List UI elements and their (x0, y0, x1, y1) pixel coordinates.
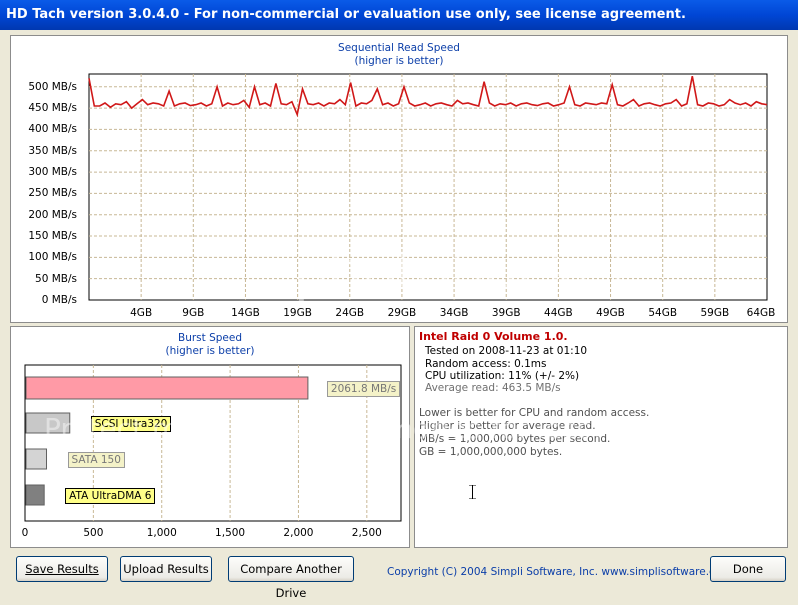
seq-x-tick-label: 4GB (130, 307, 153, 319)
burst-x-tick-label: 1,500 (215, 527, 246, 539)
burst-x-tick-label: 2,000 (283, 527, 314, 539)
seq-y-tick-label: 150 MB/s (28, 230, 77, 243)
burst-category-label: ATA UltraDMA 6 (65, 488, 156, 504)
note-gb-definition: GB = 1,000,000,000 bytes. (419, 446, 563, 458)
seq-y-tick-label: 300 MB/s (28, 166, 77, 179)
seq-y-tick-label: 0 MB/s (41, 294, 77, 306)
seq-x-tick-label: 39GB (491, 307, 521, 319)
sequential-read-chart (88, 73, 768, 301)
seq-y-tick-label: 100 MB/s (28, 251, 77, 264)
seq-y-tick-label: 400 MB/s (28, 123, 77, 136)
note-higher-better: Higher is better for average read. (419, 420, 596, 432)
burst-x-tick-label: 2,500 (351, 527, 382, 539)
save-results-label: Save Results (25, 562, 99, 576)
seq-x-tick-label: 64GB (746, 307, 776, 319)
window-title: HD Tach version 3.0.4.0 - For non-commer… (0, 0, 798, 30)
burst-category-label: SCSI Ultra320 (90, 416, 172, 432)
burst-speed-chart (24, 364, 402, 522)
seq-x-tick-label: 19GB (283, 307, 312, 319)
burst-x-tick-label: 500 (83, 527, 104, 539)
upload-results-label: Upload Results (123, 562, 209, 576)
copyright-text: Copyright (C) 2004 Simpli Software, Inc.… (387, 566, 732, 578)
burst-bar (25, 412, 71, 434)
seq-y-tick-label: 50 MB/s (35, 272, 77, 285)
seq-y-tick-label: 200 MB/s (28, 208, 77, 221)
seq-x-tick-label: 9GB (182, 307, 205, 319)
seq-x-tick-label: 24GB (335, 307, 365, 319)
burst-bar (25, 484, 45, 506)
seq-y-tick-label: 250 MB/s (28, 187, 77, 200)
sequential-read-panel: Sequential Read Speed (higher is better)… (10, 35, 788, 323)
note-lower-better: Lower is better for CPU and random acces… (419, 407, 650, 419)
results-info-panel: Intel Raid 0 Volume 1.0. Tested on 2008-… (414, 326, 788, 548)
compare-another-drive-label: Compare Another Drive (240, 562, 342, 600)
cpu-utilization-text: CPU utilization: 11% (+/- 2%) (425, 370, 580, 382)
burst-x-tick-label: 0 (21, 527, 29, 539)
burst-speed-panel: Burst Speed (higher is better) 2061.8 MB… (10, 326, 410, 548)
note-mbs-definition: MB/s = 1,000,000 bytes per second. (419, 433, 611, 445)
seq-y-tick-label: 500 MB/s (28, 80, 77, 93)
burst-category-label: SATA 150 (67, 452, 125, 468)
save-results-button[interactable]: Save Results (16, 556, 108, 582)
upload-results-button[interactable]: Upload Results (120, 556, 212, 582)
seq-x-tick-label: 14GB (231, 307, 260, 319)
seq-x-tick-label: 29GB (387, 307, 417, 319)
burst-bar (25, 448, 48, 470)
burst-bar (25, 376, 309, 400)
drive-name-heading: Intel Raid 0 Volume 1.0. (419, 330, 568, 343)
app-client-area: Sequential Read Speed (higher is better)… (4, 30, 794, 600)
seq-x-tick-label: 44GB (544, 307, 573, 319)
done-label: Done (732, 562, 764, 576)
seq-y-tick-label: 350 MB/s (28, 144, 77, 157)
seq-x-tick-label: 49GB (596, 307, 625, 319)
tested-on-text: Tested on 2008-11-23 at 01:10 (425, 345, 588, 357)
average-read-text: Average read: 463.5 MB/s (425, 382, 561, 394)
random-access-text: Random access: 0.1ms (425, 358, 547, 370)
compare-another-drive-button[interactable]: Compare Another Drive (228, 556, 354, 600)
seq-y-tick-label: 450 MB/s (28, 102, 77, 115)
burst-x-tick-label: 1,000 (146, 527, 177, 539)
burst-value-label: 2061.8 MB/s (326, 381, 401, 397)
seq-x-tick-label: 54GB (648, 307, 678, 319)
seq-x-tick-label: 34GB (439, 307, 469, 319)
done-button[interactable]: Done (710, 556, 786, 582)
text-cursor-icon (469, 485, 476, 499)
